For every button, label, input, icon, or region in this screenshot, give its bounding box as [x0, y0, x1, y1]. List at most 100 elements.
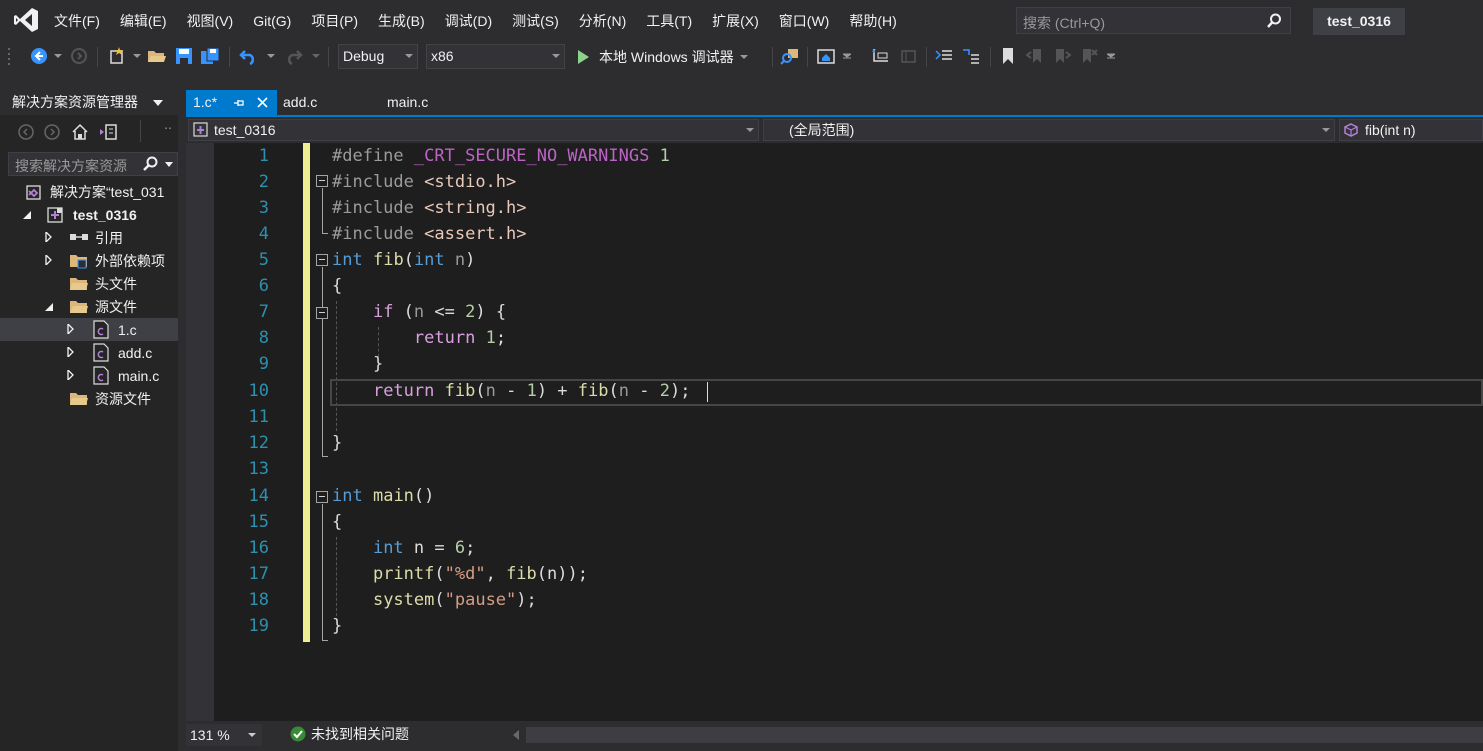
code-editor[interactable]: 1 2 3 4 5 6 7 8 9 10 11 12 13 14 15 16 17 18 19 #define _C…	[186, 143, 1483, 721]
menu-item-7[interactable]: 测试(S)	[502, 8, 569, 34]
references-icon	[70, 234, 88, 240]
attach-icon	[780, 49, 798, 65]
solution-search-input[interactable]: 搜索解决方案资源	[8, 152, 178, 176]
undo-dropdown[interactable]	[266, 44, 276, 68]
tab-addc[interactable]: add.c	[283, 90, 363, 115]
menu-item-0[interactable]: 文件(F)	[44, 8, 110, 34]
change-tracking-bar	[303, 143, 310, 642]
solution-platform-select[interactable]: x86	[426, 44, 565, 69]
toolbar-overflow[interactable]	[1106, 44, 1116, 68]
menu-item-12[interactable]: 帮助(H)	[839, 8, 906, 34]
redo-button[interactable]	[282, 44, 304, 68]
config-value: Debug	[343, 48, 385, 64]
overflow-icon[interactable]: ‥	[164, 118, 172, 132]
close-icon[interactable]	[257, 97, 268, 108]
scroll-left-icon[interactable]	[512, 730, 520, 740]
menu-item-9[interactable]: 工具(T)	[636, 8, 702, 34]
tab-mainc[interactable]: main.c	[387, 90, 467, 115]
menu-item-6[interactable]: 调试(D)	[435, 8, 502, 34]
menu-item-1[interactable]: 编辑(E)	[110, 8, 177, 34]
collapsed-arrow-icon[interactable]	[66, 370, 76, 380]
menu-item-4[interactable]: 项目(P)	[301, 8, 368, 34]
back-button[interactable]	[28, 44, 50, 68]
fold-toggle-fib[interactable]	[316, 254, 328, 266]
platform-value: x86	[431, 48, 454, 64]
tree-item-resource-files[interactable]: 资源文件	[0, 387, 178, 410]
solution-explorer-toolbar: ‥	[0, 118, 178, 146]
toolbar-grip[interactable]	[8, 44, 12, 68]
attach-process-button[interactable]	[779, 44, 801, 68]
horizontal-scrollbar[interactable]	[526, 727, 1483, 743]
zoom-select[interactable]: 131 %	[186, 724, 262, 746]
solution-name-badge[interactable]: test_0316	[1313, 8, 1405, 35]
member-dropdown[interactable]: fib(int n)	[1339, 119, 1483, 141]
tree-item-solution[interactable]: 解决方案“test_031	[0, 180, 178, 203]
code-line-8: return 1;	[413, 328, 507, 348]
overflow-dropdown[interactable]	[842, 44, 852, 68]
start-debugging-button[interactable]: 本地 Windows 调试器	[575, 44, 748, 69]
bookmark-button[interactable]	[998, 44, 1018, 68]
open-file-button[interactable]	[146, 44, 168, 68]
clear-bookmarks-button[interactable]	[1079, 44, 1099, 68]
home-icon[interactable]	[71, 123, 89, 141]
code-line-7: if (n <= 2) {	[372, 302, 507, 322]
new-item-dropdown[interactable]	[132, 44, 142, 68]
solution-explorer-panel: 解决方案资源管理器 ‥ 搜索解决方案资源 解决方案“test_031 test_…	[0, 90, 178, 751]
comment-lines-button[interactable]	[933, 44, 955, 68]
pin-icon[interactable]	[233, 98, 245, 108]
search-box[interactable]: 搜索 (Ctrl+Q)	[1016, 7, 1291, 34]
tree-item-external-dependencies[interactable]: 外部依赖项	[0, 249, 178, 272]
redo-dropdown[interactable]	[311, 44, 321, 68]
save-all-button[interactable]	[199, 44, 221, 68]
collapsed-arrow-icon[interactable]	[66, 347, 76, 357]
tree-item-label: 头文件	[95, 275, 137, 292]
solution-configuration-select[interactable]: Debug	[338, 44, 418, 69]
tree-item-file-1c[interactable]: 1.c	[0, 318, 178, 341]
back-dropdown[interactable]	[53, 44, 63, 68]
collapsed-arrow-icon[interactable]	[44, 255, 54, 265]
prev-bookmark-button[interactable]	[1025, 44, 1045, 68]
step-over-button[interactable]	[897, 44, 919, 68]
tree-item-file-addc[interactable]: add.c	[0, 341, 178, 364]
navigation-bar: test_0316 (全局范围) fib(int n)	[186, 117, 1483, 143]
fold-toggle-includes[interactable]	[316, 175, 328, 187]
save-button[interactable]	[173, 44, 195, 68]
forward-button[interactable]	[68, 44, 90, 68]
expanded-arrow-icon[interactable]	[22, 210, 32, 220]
fold-toggle-main[interactable]	[316, 491, 328, 503]
fold-toggle-if[interactable]	[316, 307, 328, 319]
chevron-down-icon[interactable]	[153, 100, 163, 106]
tree-item-label: 源文件	[95, 298, 137, 315]
next-bookmark-button[interactable]	[1052, 44, 1072, 68]
issues-indicator[interactable]: 未找到相关问题	[290, 721, 409, 747]
search-options-icon[interactable]	[165, 162, 173, 168]
tree-item-references[interactable]: 引用	[0, 226, 178, 249]
new-item-button[interactable]	[105, 44, 129, 68]
menu-item-5[interactable]: 生成(B)	[368, 8, 435, 34]
scope-dropdown[interactable]: (全局范围)	[763, 119, 1335, 141]
menu-item-10[interactable]: 扩展(X)	[702, 8, 769, 34]
tree-item-file-mainc[interactable]: main.c	[0, 364, 178, 387]
forward-icon[interactable]	[44, 124, 60, 140]
menu-item-2[interactable]: 视图(V)	[177, 8, 244, 34]
menu-item-11[interactable]: 窗口(W)	[769, 8, 840, 34]
expanded-arrow-icon[interactable]	[44, 302, 54, 312]
switch-view-icon[interactable]	[98, 123, 118, 141]
tree-item-project[interactable]: test_0316	[0, 203, 178, 226]
tab-1c[interactable]: 1.c*	[186, 90, 277, 115]
project-dropdown[interactable]: test_0316	[188, 119, 759, 141]
run-dropdown-icon[interactable]	[739, 54, 748, 60]
browser-link-button[interactable]	[815, 44, 837, 68]
line-number: 15	[248, 512, 269, 532]
solution-explorer-title[interactable]: 解决方案资源管理器	[0, 90, 178, 115]
tree-item-source-files[interactable]: 源文件	[0, 295, 178, 318]
tree-item-header-files[interactable]: 头文件	[0, 272, 178, 295]
step-into-button[interactable]	[870, 44, 892, 68]
back-icon[interactable]	[18, 124, 34, 140]
uncomment-lines-button[interactable]	[960, 44, 982, 68]
collapsed-arrow-icon[interactable]	[44, 232, 54, 242]
undo-button[interactable]	[237, 44, 261, 68]
menu-item-3[interactable]: Git(G)	[243, 8, 301, 34]
menu-item-8[interactable]: 分析(N)	[569, 8, 636, 34]
collapsed-arrow-icon[interactable]	[66, 324, 76, 334]
